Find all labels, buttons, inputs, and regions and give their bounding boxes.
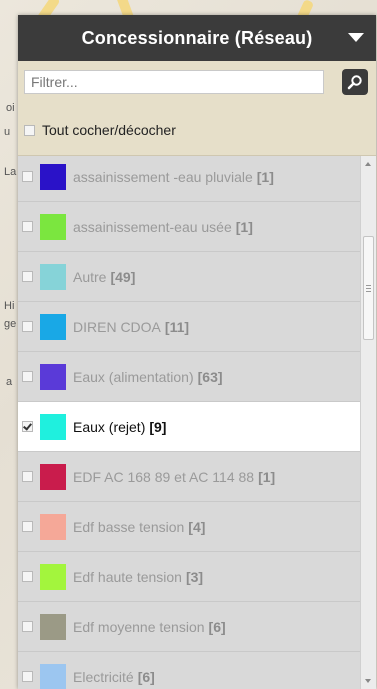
search-button[interactable] [342, 69, 368, 95]
layer-name: EDF AC 168 89 et AC 114 88 [73, 468, 255, 485]
layer-name: Electricité [73, 668, 134, 685]
layer-count: [49] [110, 268, 136, 285]
layer-label: Edf basse tension [4] [73, 519, 205, 535]
map-label: Hi [4, 300, 15, 312]
scroll-up-arrow-icon[interactable] [365, 162, 371, 166]
layer-item[interactable]: EDF AC 168 89 et AC 114 88 [1] [18, 452, 360, 502]
color-swatch [40, 563, 66, 590]
layer-name: Edf basse tension [73, 518, 185, 535]
layer-count: [1] [235, 218, 253, 235]
scrollbar[interactable] [360, 156, 376, 689]
layer-item[interactable]: Edf basse tension [4] [18, 502, 360, 552]
map-label: oi [6, 102, 15, 114]
layer-checkbox[interactable] [22, 471, 33, 482]
layer-count: [1] [256, 168, 274, 185]
layer-checkbox[interactable] [22, 171, 33, 182]
layer-checkbox[interactable] [22, 521, 33, 532]
layer-label: Edf moyenne tension [6] [73, 619, 226, 635]
layer-count: [4] [188, 518, 206, 535]
layer-name: Eaux (rejet) [73, 418, 146, 435]
layer-name: assainissement -eau pluviale [73, 168, 253, 185]
layer-label: Eaux (alimentation) [63] [73, 369, 223, 385]
layer-item[interactable]: DIREN CDOA [11] [18, 302, 360, 352]
layer-label: Eaux (rejet) [9] [73, 419, 166, 435]
toggle-all-checkbox[interactable] [24, 124, 35, 136]
layer-checkbox[interactable] [22, 321, 33, 332]
layer-label: DIREN CDOA [11] [73, 319, 189, 335]
panel-header[interactable]: Concessionnaire (Réseau) [18, 15, 376, 61]
layer-item[interactable]: Autre [49] [18, 252, 360, 302]
layer-label: assainissement -eau pluviale [1] [73, 169, 274, 185]
layer-count: [6] [137, 668, 155, 685]
layer-checkbox[interactable] [22, 421, 33, 432]
color-swatch [40, 463, 66, 490]
layer-item[interactable]: Electricité [6] [18, 652, 360, 689]
layer-label: assainissement-eau usée [1] [73, 219, 253, 235]
layer-checkbox[interactable] [22, 221, 33, 232]
scroll-thumb[interactable] [363, 236, 374, 340]
color-swatch [40, 163, 66, 190]
layer-label: EDF AC 168 89 et AC 114 88 [1] [73, 469, 275, 485]
layer-label: Edf haute tension [3] [73, 569, 203, 585]
layer-item[interactable]: assainissement-eau usée [1] [18, 202, 360, 252]
collapse-caret-icon[interactable] [348, 33, 364, 42]
layer-item[interactable]: assainissement -eau pluviale [1] [18, 156, 360, 202]
layer-name: DIREN CDOA [73, 318, 161, 335]
layer-count: [3] [185, 568, 204, 585]
layer-name: Edf haute tension [73, 568, 182, 585]
layer-count: [63] [197, 368, 223, 385]
color-swatch [40, 663, 66, 689]
category-list: assainissement -eau pluviale [1] assainiss… [18, 156, 376, 689]
layer-count: [9] [149, 418, 167, 435]
layer-checkbox[interactable] [22, 621, 33, 632]
panel-title: Concessionnaire (Réseau) [81, 27, 313, 48]
map-label: ge [4, 318, 17, 330]
layer-label: Electricité [6] [73, 669, 155, 685]
layer-name: Edf moyenne tension [73, 618, 205, 635]
layer-checkbox[interactable] [22, 271, 33, 282]
color-swatch [40, 213, 66, 240]
color-swatch [40, 513, 66, 540]
map-label: u [4, 126, 11, 138]
toggle-all-label: Tout cocher/décocher [42, 122, 176, 138]
search-icon [347, 75, 362, 90]
filter-input[interactable] [24, 70, 324, 94]
scroll-down-arrow-icon[interactable] [365, 679, 371, 683]
layer-name: Autre [73, 268, 107, 285]
layer-checkbox[interactable] [22, 571, 33, 582]
filter-bar [18, 61, 376, 105]
layer-item[interactable]: Edf moyenne tension [6] [18, 602, 360, 652]
map-label: La [4, 166, 17, 178]
color-swatch [40, 263, 66, 290]
layer-item[interactable]: Eaux (alimentation) [63] [18, 352, 360, 402]
layer-checkbox[interactable] [22, 671, 33, 682]
layer-count: [6] [208, 618, 226, 635]
layer-item[interactable]: Edf haute tension [3] [18, 552, 360, 602]
layer-count: [11] [164, 318, 190, 335]
layer-item[interactable]: Eaux (rejet) [9] [18, 402, 360, 452]
layer-name: assainissement-eau usée [73, 218, 232, 235]
layer-count: [1] [258, 468, 276, 485]
layer-label: Autre [49] [73, 269, 135, 285]
color-swatch [40, 413, 66, 440]
color-swatch [40, 613, 66, 640]
concessionnaire-layer-panel: Concessionnaire (Réseau) Tout cocher/déc… [18, 15, 376, 689]
color-swatch [40, 313, 66, 340]
layer-checkbox[interactable] [22, 371, 33, 382]
layer-name: Eaux (alimentation) [73, 368, 194, 385]
color-swatch [40, 363, 66, 390]
map-label: a [6, 376, 13, 388]
toggle-all-row[interactable]: Tout cocher/décocher [18, 105, 376, 156]
